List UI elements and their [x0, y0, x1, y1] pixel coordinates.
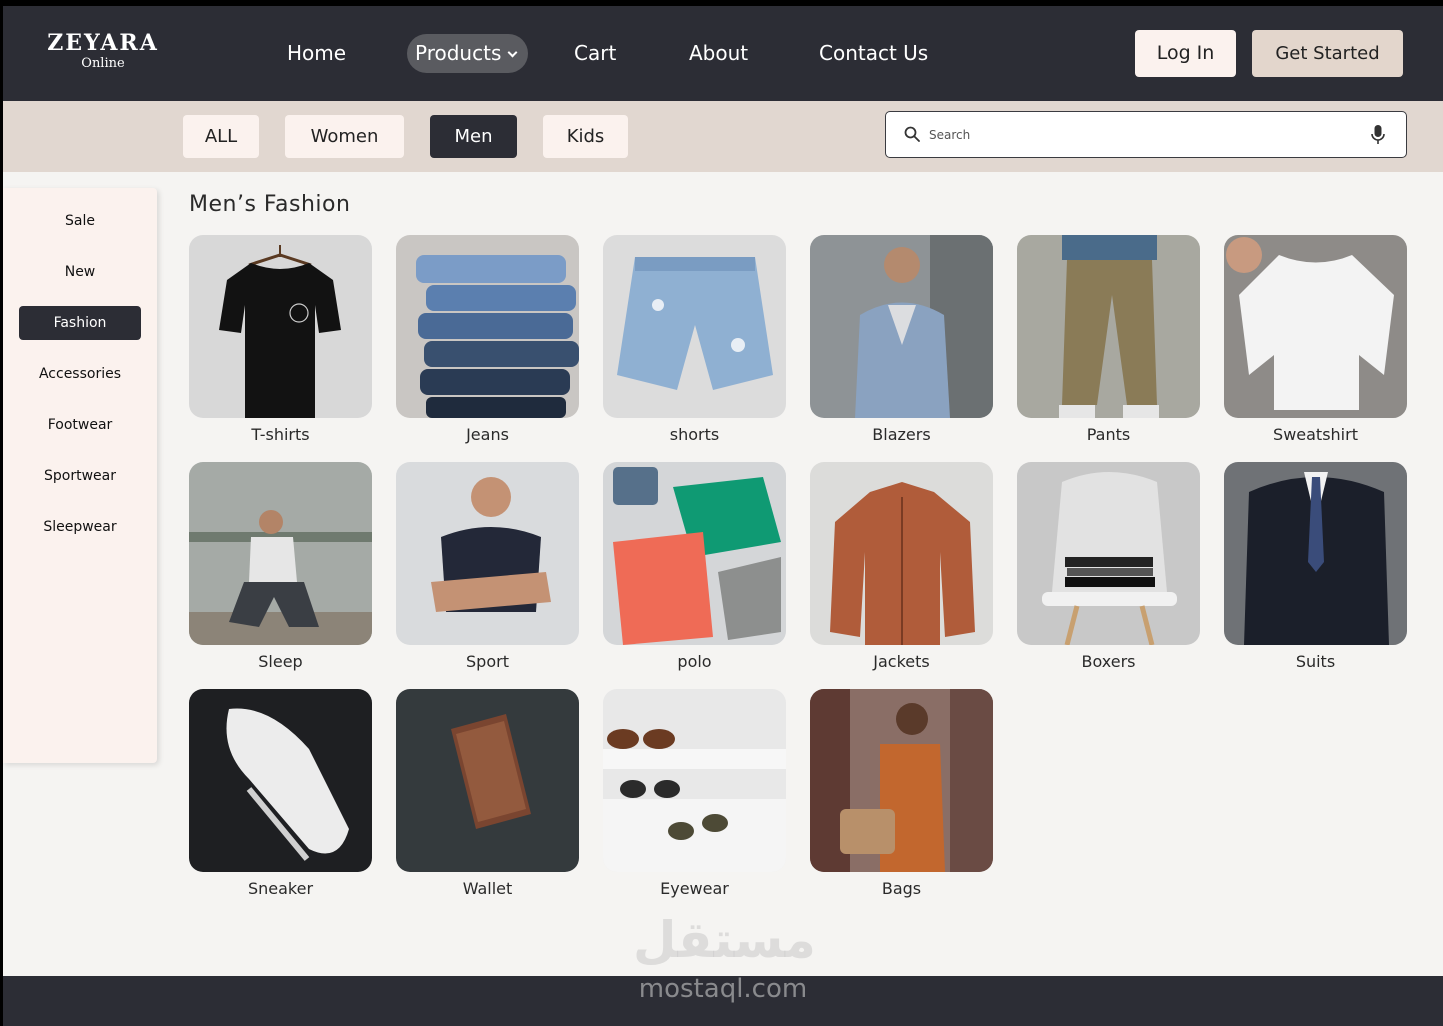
jacket-image — [810, 462, 993, 645]
suit-image — [1224, 462, 1407, 645]
watermark-latin: mostaql.com — [638, 974, 808, 1004]
product-label: Suits — [1295, 652, 1336, 671]
product-label: shorts — [669, 425, 720, 444]
sidebar-item-footwear[interactable]: Footwear — [19, 408, 141, 442]
product-label: Jackets — [873, 652, 930, 671]
search-input[interactable] — [929, 124, 1349, 146]
product-label: Wallet — [462, 879, 513, 898]
bags-image — [810, 689, 993, 872]
shorts-image — [603, 235, 786, 418]
product-label: Pants — [1086, 425, 1131, 444]
product-card-wallet[interactable]: Wallet — [396, 689, 579, 904]
wallet-image — [396, 689, 579, 872]
sidebar-item-sale[interactable]: Sale — [19, 204, 141, 238]
product-card-jackets[interactable]: Jackets — [810, 462, 993, 677]
filter-kids[interactable]: Kids — [543, 115, 628, 158]
sidebar-item-fashion[interactable]: Fashion — [19, 306, 141, 340]
top-navbar: ZEYARA Online Home Products Cart About C… — [3, 6, 1443, 101]
watermark-arabic: مستقل — [633, 911, 816, 969]
product-card-pants[interactable]: Pants — [1017, 235, 1200, 450]
product-card-shorts[interactable]: shorts — [603, 235, 786, 450]
sweatshirt-image — [1224, 235, 1407, 418]
product-card-sport[interactable]: Sport — [396, 462, 579, 677]
product-label: Sweatshirt — [1273, 425, 1358, 444]
product-label: Sport — [466, 652, 509, 671]
nav-contact[interactable]: Contact Us — [819, 34, 928, 73]
eyewear-image — [603, 689, 786, 872]
brand-tagline: Online — [81, 56, 125, 71]
brand-logo[interactable]: ZEYARA Online — [43, 30, 163, 72]
login-button[interactable]: Log In — [1135, 30, 1236, 77]
nav-cart[interactable]: Cart — [574, 34, 616, 73]
product-label: Jeans — [466, 425, 509, 444]
filter-men[interactable]: Men — [430, 115, 517, 158]
product-label: Eyewear — [660, 879, 729, 898]
product-label: Boxers — [1081, 652, 1136, 671]
sneaker-image — [189, 689, 372, 872]
search-icon — [904, 126, 920, 142]
sidebar-item-new[interactable]: New — [19, 255, 141, 289]
brand-name: ZEYARA — [47, 30, 159, 56]
product-card-polo[interactable]: polo — [603, 462, 786, 677]
microphone-icon[interactable] — [1370, 124, 1386, 146]
nav-products-label: Products — [415, 41, 502, 65]
jeans-image — [396, 235, 579, 418]
boxers-image — [1017, 462, 1200, 645]
product-label: Sleep — [258, 652, 303, 671]
category-filter-bar: ALL Women Men Kids — [3, 101, 1443, 172]
chevron-down-icon — [507, 47, 518, 58]
sidebar-item-accessories[interactable]: Accessories — [19, 357, 141, 391]
filter-all[interactable]: ALL — [183, 115, 259, 158]
get-started-button[interactable]: Get Started — [1252, 30, 1403, 77]
sport-image — [396, 462, 579, 645]
polo-image — [603, 462, 786, 645]
tshirt-image — [189, 235, 372, 418]
category-sidebar: Sale New Fashion Accessories Footwear Sp… — [3, 188, 157, 763]
sidebar-item-sportwear[interactable]: Sportwear — [19, 459, 141, 493]
product-card-sweatshirt[interactable]: Sweatshirt — [1224, 235, 1407, 450]
app-frame: ZEYARA Online Home Products Cart About C… — [3, 6, 1443, 1026]
sleep-image — [189, 462, 372, 645]
nav-home[interactable]: Home — [287, 34, 346, 73]
product-card-boxers[interactable]: Boxers — [1017, 462, 1200, 677]
product-card-blazers[interactable]: Blazers — [810, 235, 993, 450]
search-box — [885, 111, 1407, 158]
product-card-eyewear[interactable]: Eyewear — [603, 689, 786, 904]
product-label: T-shirts — [251, 425, 310, 444]
blazer-image — [810, 235, 993, 418]
product-card-suits[interactable]: Suits — [1224, 462, 1407, 677]
nav-about[interactable]: About — [689, 34, 748, 73]
page-title: Men’s Fashion — [189, 192, 351, 217]
product-card-tshirts[interactable]: T-shirts — [189, 235, 372, 450]
product-card-sleep[interactable]: Sleep — [189, 462, 372, 677]
sidebar-item-sleepwear[interactable]: Sleepwear — [19, 510, 141, 544]
product-card-sneaker[interactable]: Sneaker — [189, 689, 372, 904]
product-label: Sneaker — [247, 879, 314, 898]
product-label: polo — [677, 652, 712, 671]
product-label: Blazers — [872, 425, 931, 444]
product-card-jeans[interactable]: Jeans — [396, 235, 579, 450]
filter-women[interactable]: Women — [285, 115, 404, 158]
product-label: Bags — [881, 879, 922, 898]
pants-image — [1017, 235, 1200, 418]
nav-products-dropdown[interactable]: Products — [407, 34, 529, 73]
product-card-bags[interactable]: Bags — [810, 689, 993, 904]
